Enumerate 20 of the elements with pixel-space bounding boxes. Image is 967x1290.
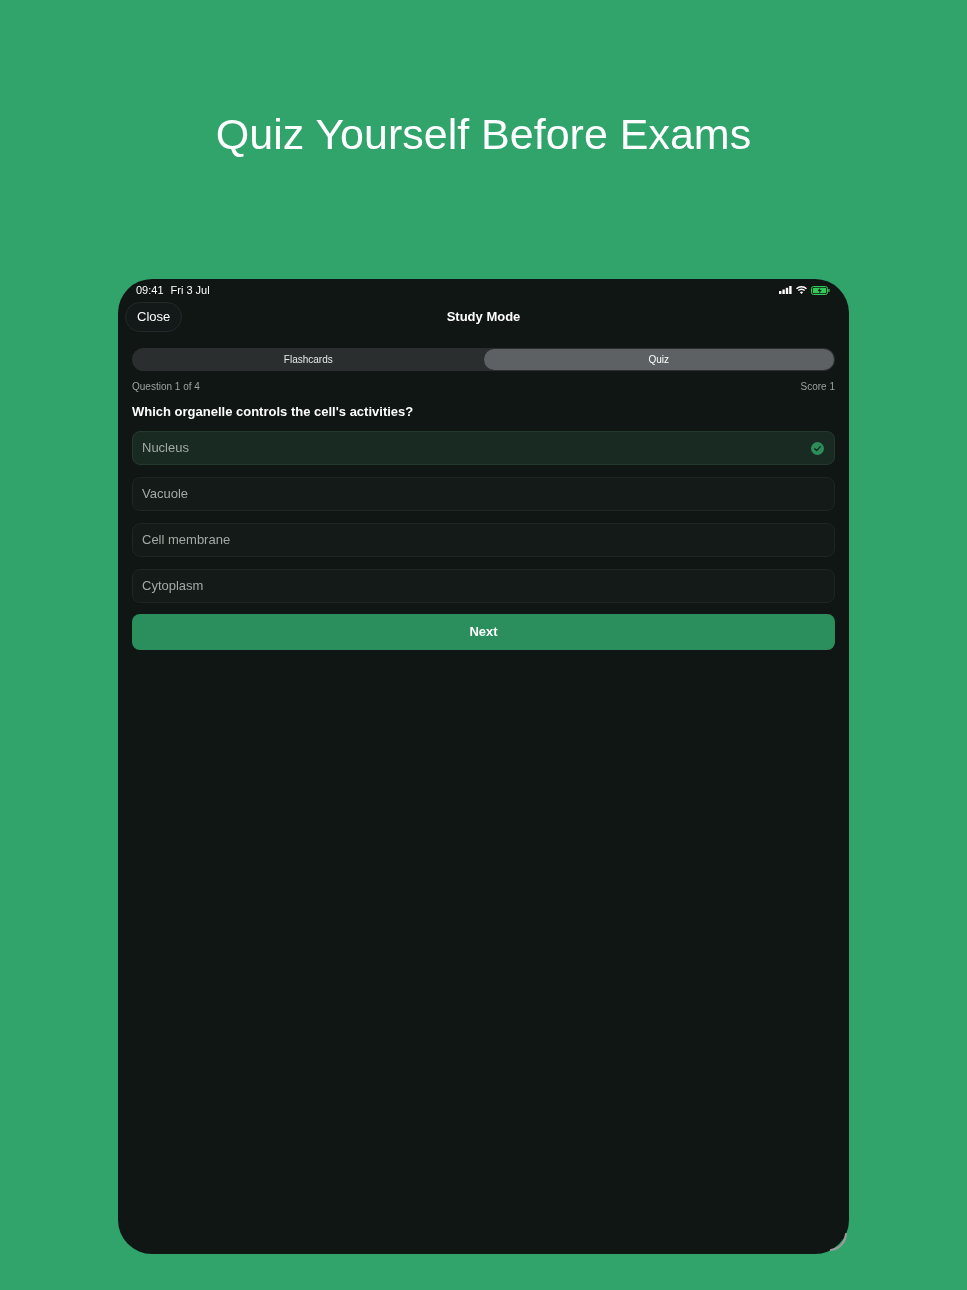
question-counter: Question 1 of 4 bbox=[132, 381, 200, 393]
answer-option[interactable]: Cell membrane bbox=[132, 523, 835, 557]
status-date: Fri 3 Jul bbox=[170, 282, 210, 298]
answer-option[interactable]: Nucleus bbox=[132, 431, 835, 465]
segment-tab[interactable]: Flashcards bbox=[133, 349, 484, 370]
score-label: Score 1 bbox=[800, 381, 835, 393]
corner-arc-icon bbox=[828, 1232, 848, 1252]
page-heading: Quiz Yourself Before Exams bbox=[215, 109, 752, 160]
status-time: 09:41 bbox=[136, 282, 164, 298]
answer-option[interactable]: Vacuole bbox=[132, 477, 835, 511]
close-button[interactable]: Close bbox=[125, 302, 183, 332]
battery-charging-icon bbox=[811, 285, 830, 295]
checkmark-icon bbox=[811, 441, 824, 455]
segment-tab[interactable]: Quiz bbox=[483, 349, 834, 370]
signal-icon bbox=[779, 286, 792, 294]
question-text: Which organelle controls the cell's activities? bbox=[132, 404, 415, 420]
answer-option[interactable]: Cytoplasm bbox=[132, 569, 835, 603]
screen-title: Study Mode bbox=[446, 308, 521, 327]
next-button[interactable]: Next bbox=[132, 614, 835, 650]
wifi-icon bbox=[796, 286, 807, 294]
